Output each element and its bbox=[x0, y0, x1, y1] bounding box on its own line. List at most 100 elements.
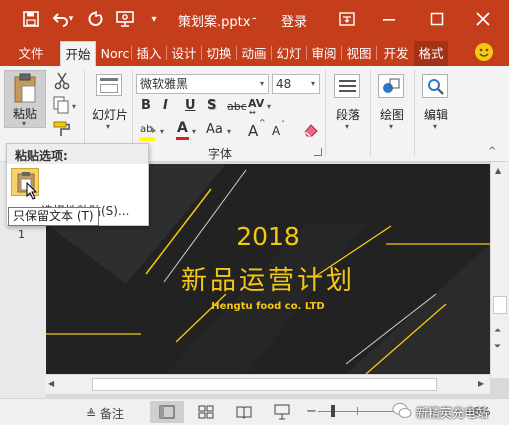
vertical-scrollbar[interactable]: ▲ ⏶ ⏷ bbox=[490, 162, 509, 378]
slideshow-icon[interactable] bbox=[114, 8, 136, 30]
clipboard-icon bbox=[14, 73, 36, 103]
next-slide-icon[interactable]: ⏷ bbox=[494, 342, 501, 352]
reading-view-icon[interactable] bbox=[236, 405, 252, 422]
font-color-button[interactable]: A bbox=[174, 120, 192, 142]
tab-format[interactable]: 格式 bbox=[414, 41, 448, 66]
watermark-text: 新精英充电站 bbox=[416, 406, 489, 420]
tab-divider bbox=[306, 46, 307, 60]
tab-divider bbox=[236, 46, 237, 60]
slide-title[interactable]: 新品运营计划 bbox=[46, 260, 490, 297]
tab-review[interactable]: 审阅 bbox=[309, 41, 339, 66]
editing-label: 编辑 bbox=[424, 108, 449, 122]
highlight-color-button[interactable]: ab bbox=[138, 121, 160, 143]
ribbon-display-options-icon[interactable] bbox=[336, 8, 358, 30]
redo-icon[interactable] bbox=[84, 8, 106, 30]
grow-font-button[interactable]: A ^ bbox=[248, 118, 266, 140]
tab-slideshow[interactable]: 幻灯 bbox=[274, 41, 304, 66]
tab-view[interactable]: 视图 bbox=[344, 41, 374, 66]
tab-animations[interactable]: 动画 bbox=[239, 41, 269, 66]
strikethrough-button[interactable]: abc bbox=[227, 100, 247, 113]
paragraph-dropdown-icon: ▾ bbox=[345, 122, 350, 131]
keep-text-only-option[interactable] bbox=[11, 168, 39, 200]
scroll-up-icon[interactable]: ▲ bbox=[495, 166, 501, 175]
new-slide-button[interactable]: 幻灯片 ▾ bbox=[90, 72, 128, 134]
highlight-dropdown-icon[interactable]: ▾ bbox=[160, 127, 164, 136]
paragraph-button[interactable]: 段落 ▾ bbox=[330, 72, 366, 134]
font-name-dropdown-icon[interactable]: ▾ bbox=[256, 75, 268, 93]
title-bar: ▾ ▾ 策划案.pptx - 登录 bbox=[0, 0, 509, 38]
zoom-slider[interactable] bbox=[318, 411, 398, 412]
grow-font-caret-icon: ^ bbox=[259, 118, 266, 127]
clear-formatting-icon[interactable] bbox=[302, 122, 320, 138]
grow-font-letter: A bbox=[248, 122, 259, 140]
collapse-ribbon-icon[interactable]: ^ bbox=[488, 146, 496, 157]
slideshow-view-icon[interactable] bbox=[274, 404, 290, 423]
slide-year[interactable]: 2018 bbox=[46, 222, 490, 251]
font-dialog-launcher-icon[interactable] bbox=[314, 148, 322, 156]
char-spacing-arrow-icon: ↔ bbox=[249, 108, 256, 117]
font-color-dropdown-icon[interactable]: ▾ bbox=[192, 127, 196, 136]
wechat-watermark-icon bbox=[392, 402, 412, 420]
tab-norc[interactable]: Norc bbox=[100, 41, 130, 66]
font-name-value: 微软雅黑 bbox=[140, 77, 189, 91]
font-name-combo[interactable]: 微软雅黑 ▾ bbox=[136, 74, 269, 94]
svg-text:▾: ▾ bbox=[72, 102, 76, 111]
undo-dropdown-icon[interactable]: ▾ bbox=[66, 8, 76, 30]
horizontal-scrollbar[interactable]: ◀ ▶ bbox=[46, 374, 490, 394]
cut-icon[interactable] bbox=[53, 72, 73, 90]
change-case-button[interactable]: Aa bbox=[206, 122, 223, 137]
smiley-feedback-icon[interactable] bbox=[474, 42, 494, 62]
scroll-right-icon[interactable]: ▶ bbox=[478, 379, 484, 388]
shadow-button[interactable]: S bbox=[207, 98, 216, 113]
slide-sorter-icon[interactable] bbox=[198, 405, 214, 422]
font-size-dropdown-icon[interactable]: ▾ bbox=[307, 75, 319, 93]
group-divider bbox=[370, 70, 371, 156]
zoom-slider-thumb[interactable] bbox=[331, 405, 335, 417]
slide-subtitle[interactable]: Hengtu food co. LTD bbox=[46, 301, 490, 312]
save-icon[interactable] bbox=[20, 8, 42, 30]
horizontal-scroll-thumb[interactable] bbox=[92, 378, 437, 391]
tab-developer[interactable]: 开发 bbox=[379, 41, 413, 66]
paste-options-header-bar: 粘贴选项: bbox=[7, 144, 148, 164]
maximize-icon[interactable] bbox=[426, 8, 448, 30]
font-size-combo[interactable]: 48 ▾ bbox=[272, 74, 320, 94]
zoom-out-icon[interactable]: − bbox=[306, 404, 317, 419]
underline-button[interactable]: U bbox=[185, 98, 196, 113]
tab-file[interactable]: 文件 bbox=[16, 41, 46, 66]
font-color-swatch bbox=[176, 137, 189, 140]
paste-button[interactable]: 粘贴 ▾ bbox=[4, 70, 46, 128]
paste-dropdown-icon: ▾ bbox=[22, 119, 27, 128]
login-link[interactable]: 登录 bbox=[281, 11, 307, 30]
group-divider bbox=[414, 70, 415, 156]
normal-view-button[interactable] bbox=[150, 401, 184, 423]
tab-transitions[interactable]: 切换 bbox=[204, 41, 234, 66]
bold-button[interactable]: B bbox=[141, 98, 151, 113]
editing-dropdown-icon: ▾ bbox=[433, 122, 438, 131]
document-title: 策划案.pptx bbox=[178, 15, 251, 30]
copy-icon[interactable]: ▾ bbox=[53, 96, 79, 114]
change-case-dropdown-icon[interactable]: ▾ bbox=[227, 127, 231, 136]
slide-layout-icon bbox=[96, 74, 122, 96]
font-group-label: 字体 bbox=[208, 147, 233, 161]
shrink-font-letter: A bbox=[272, 124, 281, 138]
font-size-value: 48 bbox=[276, 77, 292, 91]
notes-button[interactable]: ≜ 备注 bbox=[86, 405, 124, 422]
format-painter-icon[interactable] bbox=[53, 120, 73, 138]
title-separator: - bbox=[252, 11, 257, 26]
editing-button[interactable]: 编辑 ▾ bbox=[418, 72, 454, 134]
tab-design[interactable]: 设计 bbox=[169, 41, 199, 66]
tab-home[interactable]: 开始 bbox=[60, 41, 96, 66]
previous-slide-icon[interactable]: ⏶ bbox=[494, 326, 501, 336]
char-spacing-dropdown-icon[interactable]: ▾ bbox=[267, 102, 271, 111]
tab-insert[interactable]: 插入 bbox=[134, 41, 164, 66]
close-icon[interactable] bbox=[472, 8, 494, 30]
italic-button[interactable]: I bbox=[163, 98, 168, 113]
font-color-letter: A bbox=[177, 120, 188, 136]
drawing-button[interactable]: 绘图 ▾ bbox=[374, 72, 410, 134]
customize-toolbar-icon[interactable]: ▾ bbox=[143, 8, 165, 30]
shrink-font-button[interactable]: A ˇ bbox=[272, 120, 288, 140]
minimize-icon[interactable] bbox=[378, 8, 400, 30]
vertical-scroll-thumb[interactable] bbox=[493, 296, 507, 314]
scroll-left-icon[interactable]: ◀ bbox=[48, 379, 54, 388]
shapes-icon bbox=[378, 74, 404, 98]
